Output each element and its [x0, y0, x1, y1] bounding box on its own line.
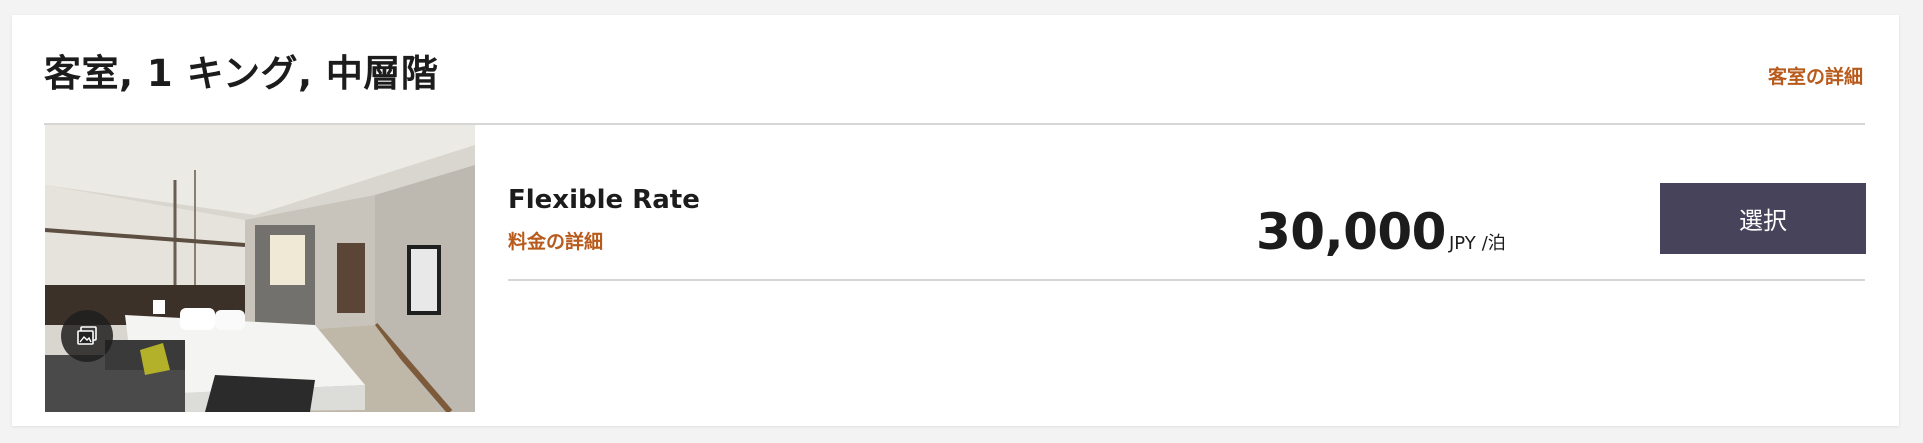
- rate-divider: [508, 279, 1865, 281]
- rate-name: Flexible Rate: [508, 185, 700, 215]
- room-photo[interactable]: [45, 125, 475, 412]
- room-title: 客室, 1 キング, 中層階: [44, 52, 439, 95]
- price-per-night: /泊: [1481, 233, 1506, 254]
- price-amount: 30,000: [1256, 203, 1446, 261]
- photo-gallery-icon: [75, 324, 99, 348]
- price: 30,000 JPY /泊: [1256, 203, 1506, 261]
- select-button[interactable]: 選択: [1660, 183, 1866, 254]
- price-currency: JPY: [1448, 233, 1476, 254]
- photo-gallery-button[interactable]: [61, 310, 113, 362]
- room-details-link[interactable]: 客室の詳細: [1768, 62, 1863, 89]
- room-card: 客室, 1 キング, 中層階 客室の詳細 Flexible Rate 料金の詳細…: [12, 15, 1899, 426]
- rate-details-link[interactable]: 料金の詳細: [508, 227, 603, 254]
